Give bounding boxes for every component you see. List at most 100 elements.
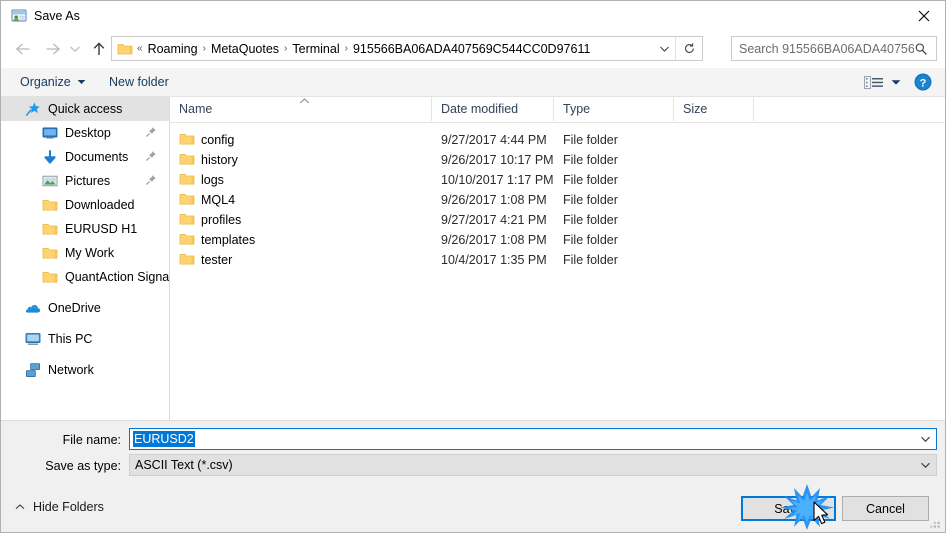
chevron-down-icon[interactable] xyxy=(916,455,934,475)
column-header-type[interactable]: Type xyxy=(554,97,674,121)
hide-folders-label: Hide Folders xyxy=(33,500,104,514)
refresh-icon[interactable] xyxy=(675,37,702,60)
view-options-icon[interactable] xyxy=(864,68,884,96)
file-name-cell: templates xyxy=(201,233,256,247)
table-row[interactable]: MQL4 9/26/2017 1:08 PM File folder xyxy=(170,190,945,210)
file-type-cell: File folder xyxy=(563,133,618,147)
organize-button[interactable]: Organize xyxy=(13,68,93,96)
breadcrumb-item-roaming[interactable]: Roaming xyxy=(144,39,202,59)
new-folder-label: New folder xyxy=(109,75,169,89)
chevron-down-icon[interactable] xyxy=(65,35,85,63)
sidebar-item-eurusd-h1[interactable]: EURUSD H1 xyxy=(1,217,169,241)
documents-arrow-icon xyxy=(42,149,58,165)
folder-icon xyxy=(179,212,195,228)
pin-icon[interactable] xyxy=(145,174,157,186)
cancel-button-label: Cancel xyxy=(866,501,905,516)
save-as-type-select[interactable]: ASCII Text (*.csv) xyxy=(129,454,937,476)
table-row[interactable]: history 9/26/2017 10:17 PM File folder xyxy=(170,150,945,170)
folder-icon xyxy=(117,42,133,56)
cancel-button[interactable]: Cancel xyxy=(842,496,929,521)
search-icon[interactable] xyxy=(914,42,928,56)
organize-label: Organize xyxy=(20,75,71,89)
file-name-input[interactable]: EURUSD2 xyxy=(129,428,937,450)
save-as-icon xyxy=(11,8,27,24)
arrow-right-icon[interactable] xyxy=(39,35,67,63)
sidebar-item-label: Desktop xyxy=(65,126,111,140)
sidebar-item-network[interactable]: Network xyxy=(1,358,169,382)
folder-icon xyxy=(42,197,58,213)
sidebar-item-this-pc[interactable]: This PC xyxy=(1,327,169,351)
breadcrumb-item-metaquotes[interactable]: MetaQuotes xyxy=(207,39,283,59)
star-pin-icon xyxy=(25,101,41,117)
close-icon[interactable] xyxy=(901,1,945,30)
search-input[interactable]: Search 915566BA06ADA40756... xyxy=(731,36,937,61)
folder-icon xyxy=(179,192,195,208)
file-type-cell: File folder xyxy=(563,193,618,207)
sidebar-item-label: Documents xyxy=(65,150,129,164)
file-name-cell: tester xyxy=(201,253,233,267)
save-form: File name: EURUSD2 Save as type: ASCII T… xyxy=(1,420,945,491)
folder-icon xyxy=(179,232,195,248)
sidebar-item-label: QuantAction Signal xyxy=(65,270,169,284)
folder-icon xyxy=(42,269,58,285)
pin-icon[interactable] xyxy=(145,126,157,138)
sidebar-item-quick-access[interactable]: Quick access xyxy=(1,97,169,121)
table-row[interactable]: templates 9/26/2017 1:08 PM File folder xyxy=(170,230,945,250)
chevron-down-icon[interactable] xyxy=(916,429,934,449)
help-icon[interactable]: ? xyxy=(914,73,932,91)
sidebar-item-documents[interactable]: Documents xyxy=(1,145,169,169)
sidebar-item-quantaction-signal[interactable]: QuantAction Signal xyxy=(1,265,169,289)
navigation-bar: « Roaming › MetaQuotes › Terminal › 9155… xyxy=(1,31,945,68)
arrow-up-icon[interactable] xyxy=(85,35,113,63)
date-modified-cell: 9/27/2017 4:44 PM xyxy=(441,133,547,147)
table-row[interactable]: logs 10/10/2017 1:17 PM File folder xyxy=(170,170,945,190)
sidebar-item-label: OneDrive xyxy=(48,301,101,315)
resize-grip[interactable] xyxy=(929,517,942,530)
column-header-date-modified[interactable]: Date modified xyxy=(432,97,554,121)
file-type-cell: File folder xyxy=(563,233,618,247)
sidebar-item-my-work[interactable]: My Work xyxy=(1,241,169,265)
sidebar-item-label: Downloaded xyxy=(65,198,135,212)
file-name-cell: MQL4 xyxy=(201,193,236,207)
search-placeholder: Search 915566BA06ADA40756... xyxy=(739,41,914,56)
breadcrumb-overflow[interactable]: « xyxy=(136,39,144,59)
sidebar-item-desktop[interactable]: Desktop xyxy=(1,121,169,145)
sidebar-item-pictures[interactable]: Pictures xyxy=(1,169,169,193)
sidebar-item-label: EURUSD H1 xyxy=(65,222,138,236)
address-bar[interactable]: « Roaming › MetaQuotes › Terminal › 9155… xyxy=(111,36,703,61)
table-row[interactable]: profiles 9/27/2017 4:21 PM File folder xyxy=(170,210,945,230)
file-list-pane[interactable]: Name Date modified Type Size config 9/27/… xyxy=(170,97,945,420)
table-row[interactable]: config 9/27/2017 4:44 PM File folder xyxy=(170,130,945,150)
new-folder-button[interactable]: New folder xyxy=(102,68,176,96)
chevron-down-icon[interactable] xyxy=(891,68,901,96)
column-header-size[interactable]: Size xyxy=(674,97,754,121)
breadcrumb-item-terminal-id[interactable]: 915566BA06ADA407569C544CC0D97611 xyxy=(349,39,594,59)
navigation-sidebar[interactable]: Quick access Desktop Documents Pictures Down… xyxy=(1,97,169,420)
column-header-row: Name Date modified Type Size xyxy=(170,97,945,123)
desktop-icon xyxy=(42,125,58,141)
breadcrumb-item-terminal[interactable]: Terminal xyxy=(288,39,343,59)
hide-folders-button[interactable]: Hide Folders xyxy=(15,498,104,516)
file-type-cell: File folder xyxy=(563,153,618,167)
chevron-down-icon xyxy=(77,79,86,85)
network-icon xyxy=(25,362,41,378)
sidebar-item-downloaded[interactable]: Downloaded xyxy=(1,193,169,217)
date-modified-cell: 9/27/2017 4:21 PM xyxy=(441,213,547,227)
date-modified-cell: 10/4/2017 1:35 PM xyxy=(441,253,547,267)
file-name-value: EURUSD2 xyxy=(133,431,195,447)
save-as-type-label: Save as type: xyxy=(45,459,121,473)
sidebar-item-onedrive[interactable]: OneDrive xyxy=(1,296,169,320)
chevron-down-icon[interactable] xyxy=(653,37,675,60)
sidebar-item-label: Network xyxy=(48,363,94,377)
file-type-cell: File folder xyxy=(563,173,618,187)
date-modified-cell: 9/26/2017 10:17 PM xyxy=(441,153,554,167)
save-button[interactable]: Save xyxy=(741,496,836,521)
save-as-dialog: Save As « Roaming › MetaQuotes › Termina… xyxy=(0,0,946,533)
pin-icon[interactable] xyxy=(145,150,157,162)
folder-icon xyxy=(179,152,195,168)
date-modified-cell: 10/10/2017 1:17 PM xyxy=(441,173,554,187)
table-row[interactable]: tester 10/4/2017 1:35 PM File folder xyxy=(170,250,945,270)
arrow-left-icon[interactable] xyxy=(9,35,37,63)
